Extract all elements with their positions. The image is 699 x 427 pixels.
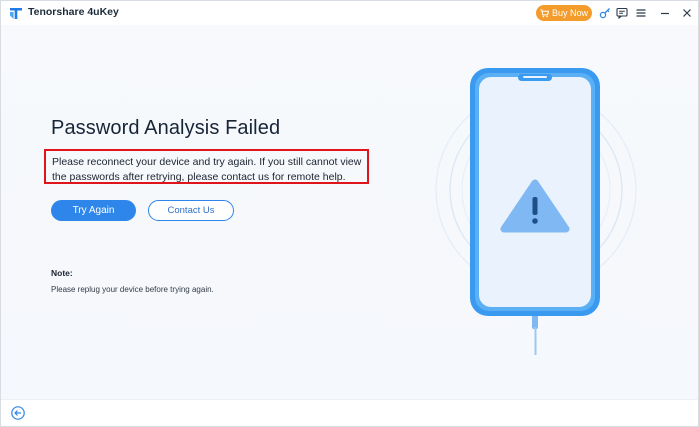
key-icon[interactable] [598,6,612,20]
note-text: Please replug your device before trying … [51,285,214,294]
try-again-button[interactable]: Try Again [51,200,136,221]
page-title: Password Analysis Failed [51,117,281,139]
buy-now-button[interactable]: Buy Now [536,5,592,21]
feedback-icon[interactable] [615,6,629,20]
title-bar: Tenorshare 4uKey Buy Now [1,1,698,25]
buy-now-label: Buy Now [551,8,588,18]
minimize-icon[interactable] [658,6,672,20]
menu-icon[interactable] [634,6,648,20]
warning-phone-icon [435,68,637,355]
tenorshare-logo-icon [10,8,22,19]
close-icon[interactable] [680,6,694,20]
app-title: Tenorshare 4uKey [28,6,119,18]
note-title: Note: [51,268,73,278]
app-window: Tenorshare 4uKey Buy Now Password Analys… [0,0,699,427]
error-message: Please reconnect your device and try aga… [44,149,369,184]
bottom-bar [1,399,698,426]
cart-icon [540,8,549,17]
contact-us-button[interactable]: Contact Us [148,200,234,221]
main-panel: Password Analysis Failed Please reconnec… [1,25,698,400]
back-arrow-icon[interactable] [11,406,25,420]
